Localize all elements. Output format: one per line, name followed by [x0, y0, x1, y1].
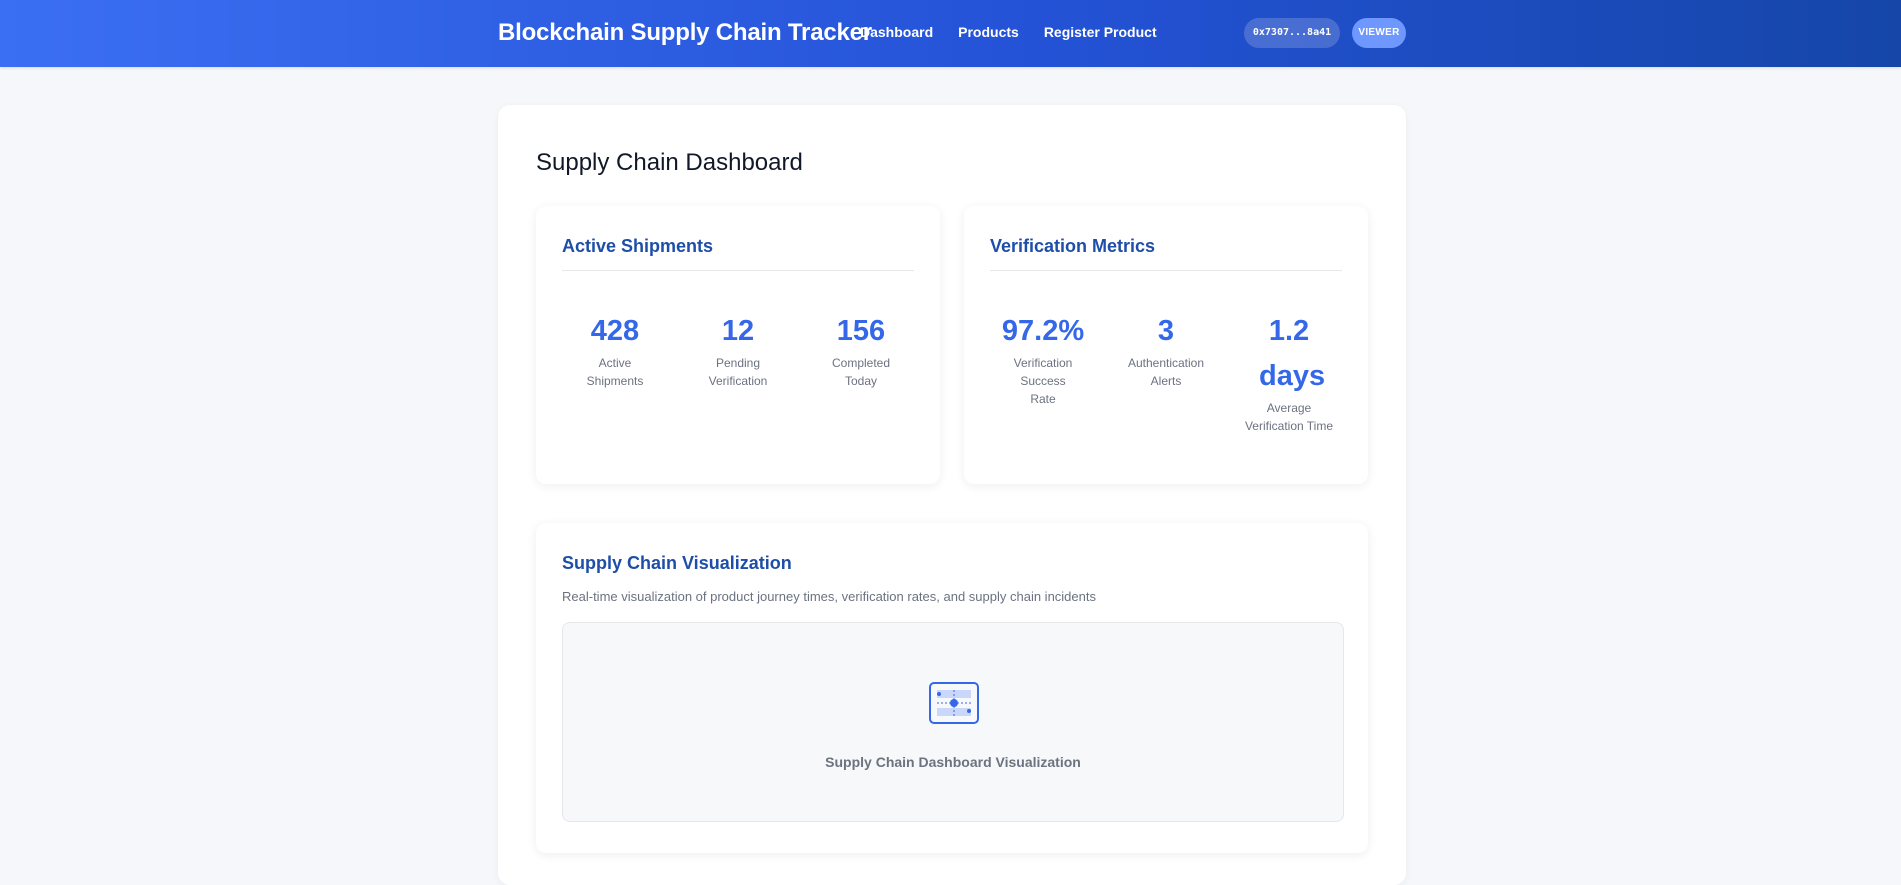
main-nav: Dashboard Products Register Product [860, 24, 1157, 40]
stat-label: Verification Success Rate [1013, 356, 1073, 406]
stat-average-verification-time: 1.2 days Average Verification Time [1239, 309, 1339, 435]
card-title: Active Shipments [562, 236, 714, 256]
visualization-description: Real-time visualization of product journ… [562, 589, 1096, 604]
visualization-placeholder: Supply Chain Dashboard Visualization [562, 622, 1344, 822]
card-divider [562, 270, 914, 271]
active-shipments-card: Active Shipments 428 Active Shipments 12… [536, 206, 940, 484]
nav-link-dashboard[interactable]: Dashboard [860, 24, 933, 40]
card-title: Supply Chain Visualization [562, 553, 792, 573]
stat-value: 97.2% [1001, 315, 1085, 347]
stat-label: Pending Verification [708, 356, 768, 388]
stat-value: 3 [1157, 315, 1175, 347]
card-divider [990, 270, 1342, 271]
app-title[interactable]: Blockchain Supply Chain Tracker [498, 19, 872, 47]
page-title: Supply Chain Dashboard [536, 149, 803, 176]
role-badge: VIEWER [1352, 18, 1406, 48]
stat-pending-verification: 12 Pending Verification [698, 309, 778, 390]
card-title: Verification Metrics [990, 236, 1156, 256]
stat-value: 428 [590, 315, 640, 347]
dashboard-container: Supply Chain Dashboard Active Shipments … [498, 105, 1406, 885]
stat-value: 1.2 days [1259, 315, 1326, 392]
stat-verification-success-rate: 97.2% Verification Success Rate [993, 309, 1093, 408]
stat-label: Average Verification Time [1244, 401, 1334, 433]
stat-label: Completed Today [831, 356, 891, 388]
top-navbar: Blockchain Supply Chain Tracker Dashboar… [0, 0, 1901, 67]
wallet-address-badge[interactable]: 0x7307...8a41 [1244, 18, 1340, 48]
nav-link-register-product[interactable]: Register Product [1044, 24, 1157, 40]
nav-link-products[interactable]: Products [958, 24, 1019, 40]
stat-completed-today: 156 Completed Today [821, 309, 901, 390]
supply-chain-visualization-card: Supply Chain Visualization Real-time vis… [536, 523, 1368, 853]
visualization-caption: Supply Chain Dashboard Visualization [825, 754, 1081, 770]
stat-authentication-alerts: 3 Authentication Alerts [1116, 309, 1216, 390]
verification-metrics-card: Verification Metrics 97.2% Verification … [964, 206, 1368, 484]
stat-label: Active Shipments [586, 356, 644, 388]
stat-active-shipments: 428 Active Shipments [575, 309, 655, 390]
stat-value: 12 [721, 315, 755, 347]
stat-value: 156 [836, 315, 886, 347]
chart-icon [929, 682, 979, 729]
stat-label: Authentication Alerts [1127, 356, 1205, 388]
